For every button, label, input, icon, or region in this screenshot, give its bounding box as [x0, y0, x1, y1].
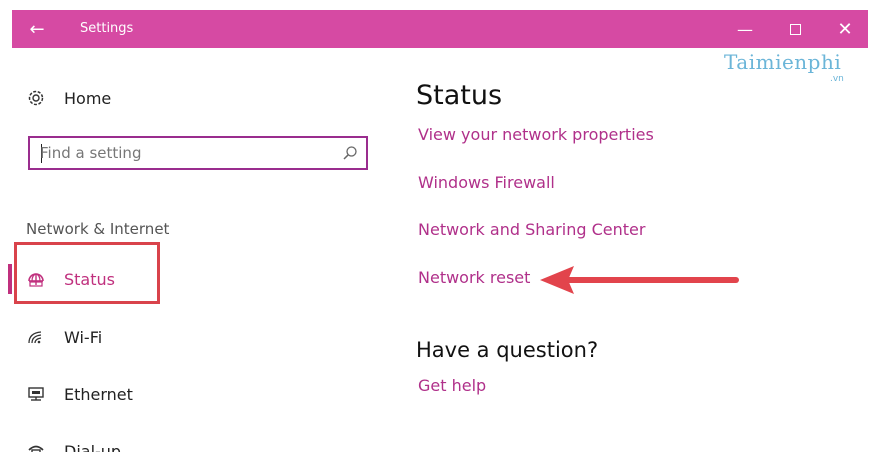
close-icon: ✕: [837, 18, 853, 40]
question-heading: Have a question?: [416, 338, 599, 362]
sidebar-item-label: Wi-Fi: [64, 327, 103, 347]
ethernet-icon: [26, 384, 52, 404]
minimize-button[interactable]: —: [720, 10, 770, 48]
sidebar-item-label: Ethernet: [64, 384, 133, 404]
sidebar-item-wifi[interactable]: Wi-Fi: [26, 324, 102, 350]
maximize-button[interactable]: [770, 10, 820, 48]
sidebar-item-status[interactable]: Status: [26, 266, 115, 292]
search-icon[interactable]: [342, 145, 358, 161]
get-help-link[interactable]: Get help: [418, 376, 486, 395]
sidebar-item-ethernet[interactable]: Ethernet: [26, 381, 133, 407]
section-heading: Network & Internet: [26, 220, 170, 238]
title-bar: ← Settings — ✕: [12, 10, 868, 48]
network-reset-link[interactable]: Network reset: [418, 268, 530, 287]
network-sharing-center-link[interactable]: Network and Sharing Center: [418, 220, 645, 239]
sidebar-item-label: Dial-up: [64, 441, 122, 452]
watermark-logo: Taimienphi: [724, 50, 842, 74]
sidebar-item-dialup[interactable]: Dial-up: [26, 438, 121, 452]
selection-indicator: [8, 264, 12, 294]
minimize-icon: —: [737, 19, 753, 39]
windows-firewall-link[interactable]: Windows Firewall: [418, 173, 555, 192]
gear-icon: [26, 88, 52, 108]
annotation-arrow: [540, 266, 739, 294]
search-box[interactable]: [28, 136, 368, 170]
sidebar-item-label: Status: [64, 269, 115, 289]
window-title: Settings: [80, 21, 134, 36]
sidebar-item-label: Home: [64, 88, 112, 108]
close-button[interactable]: ✕: [820, 10, 870, 48]
sidebar-item-home[interactable]: Home: [26, 86, 111, 110]
dialup-icon: [26, 441, 52, 452]
page-title: Status: [416, 80, 503, 111]
watermark-domain: .vn: [830, 74, 844, 84]
status-globe-icon: [26, 269, 52, 289]
maximize-icon: [789, 23, 801, 35]
settings-window: ← Settings — ✕ Taimienphi .vn Home Find …: [0, 0, 870, 452]
wifi-icon: [26, 327, 52, 347]
search-input[interactable]: [40, 142, 330, 164]
view-network-properties-link[interactable]: View your network properties: [418, 125, 654, 144]
back-button[interactable]: ←: [12, 10, 62, 48]
back-arrow-icon: ←: [29, 18, 45, 40]
